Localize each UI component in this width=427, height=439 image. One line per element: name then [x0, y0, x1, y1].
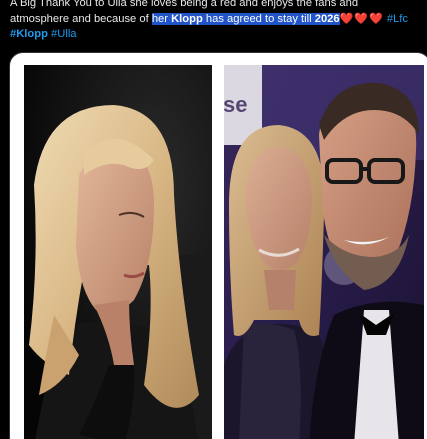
tweet-view: A Big Thank You to Ulla she loves being …	[0, 0, 427, 439]
photo-left[interactable]	[24, 65, 212, 439]
selected-text-year: 2026	[314, 12, 340, 25]
couple-event-image: se	[224, 65, 424, 439]
selected-text-part-a: her	[151, 12, 172, 25]
tweet-text-line-1: A Big Thank You to Ulla she loves being …	[10, 0, 424, 12]
tweet-line-1-text: A Big Thank You to Ulla she loves being …	[10, 0, 359, 9]
woman-portrait-image	[24, 65, 212, 439]
tweet-line-2-prefix: atmosphere and because of	[10, 12, 152, 25]
hashtag-lfc-link[interactable]: #Lfc	[387, 13, 408, 25]
tweet-text: A Big Thank You to Ulla she loves being …	[10, 0, 424, 43]
tweet-text-line-3: #Klopp #Ulla	[10, 27, 424, 43]
tweet-text-line-2: atmosphere and because of her Klopp has …	[10, 12, 424, 28]
photo-right[interactable]: se	[224, 65, 424, 439]
media-card[interactable]: se	[9, 52, 427, 439]
heart-emoji-icons: ❤️❤️❤️	[339, 12, 384, 25]
hashtag-klopp-link[interactable]: #Klopp	[10, 28, 48, 40]
hashtag-ulla-link[interactable]: #Ulla	[51, 28, 77, 40]
selected-text-part-b: has agreed to stay till	[202, 12, 315, 25]
selected-text[interactable]: her Klopp has agreed to stay till 2026	[151, 12, 340, 25]
selected-text-klopp: Klopp	[171, 12, 203, 25]
